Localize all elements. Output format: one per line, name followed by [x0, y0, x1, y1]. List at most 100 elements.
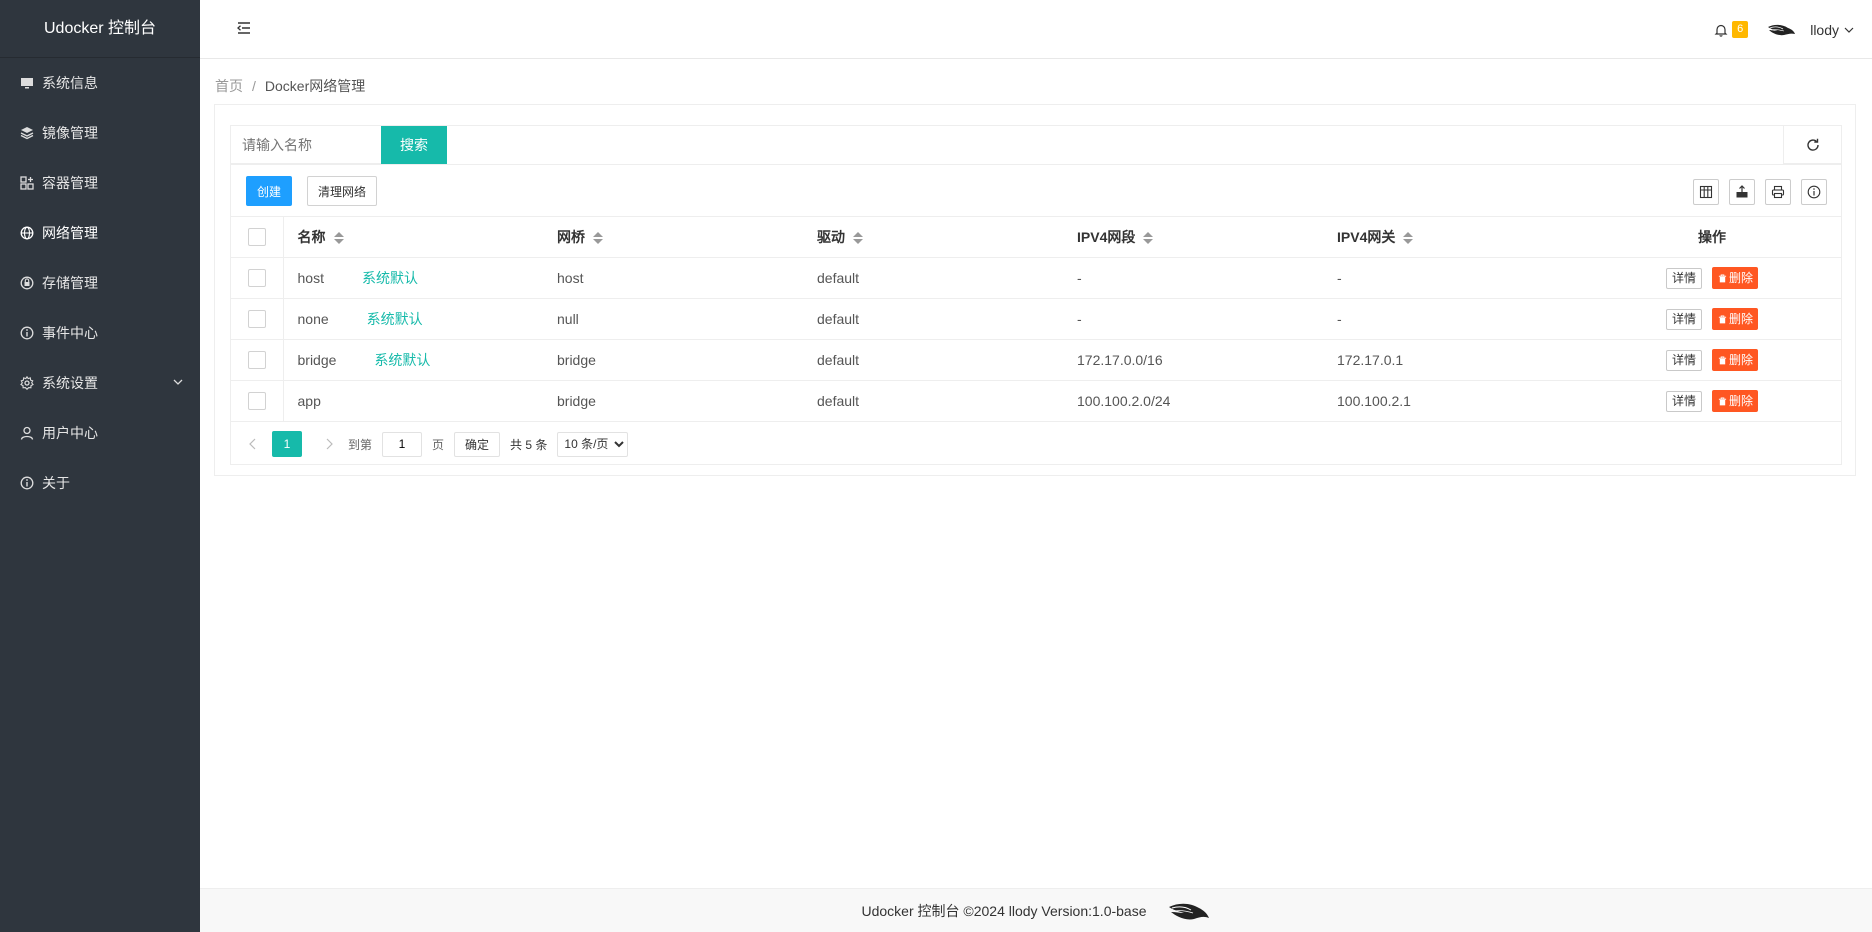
delete-button[interactable]: 删除 [1712, 349, 1759, 371]
trash-icon [1718, 274, 1727, 283]
sidebar-item-storage[interactable]: 存储管理 [0, 258, 200, 308]
trash-icon [1718, 356, 1727, 365]
avatar[interactable] [1766, 22, 1796, 38]
sidebar-item-label: 镜像管理 [42, 125, 98, 141]
monitor-icon [20, 76, 34, 90]
column-header-name[interactable]: 名称 [283, 216, 543, 258]
clean-network-button[interactable]: 清理网络 [307, 176, 377, 206]
delete-button[interactable]: 删除 [1712, 390, 1759, 412]
delete-label: 删除 [1729, 394, 1754, 408]
export-button[interactable] [1729, 179, 1755, 205]
sidebar-item-label: 关于 [42, 475, 70, 491]
notification-badge[interactable]: 6 [1732, 21, 1749, 38]
create-network-button[interactable]: 创建 [246, 176, 292, 206]
goto-page-input[interactable] [382, 431, 423, 457]
sidebar-item-label: 容器管理 [42, 175, 98, 191]
sidebar-item-system-info[interactable]: 系统信息 [0, 58, 200, 108]
next-page-button[interactable] [322, 437, 336, 451]
sidebar-item-about[interactable]: 关于 [0, 458, 200, 508]
print-button[interactable] [1765, 179, 1791, 205]
sidebar-item-settings[interactable]: 系统设置 [0, 358, 200, 408]
breadcrumb-current: Docker网络管理 [264, 78, 366, 94]
top-header: 6 llody [200, 0, 1872, 59]
driver-cell: default [803, 380, 1063, 422]
table-row: app bridge default 100.100.2.0/24 100.10… [231, 380, 1841, 422]
sidebar-item-containers[interactable]: 容器管理 [0, 158, 200, 208]
network-name: bridge [297, 352, 337, 368]
total-count: 共 5 条 [510, 437, 548, 452]
export-icon [1736, 185, 1748, 198]
menu-collapse-icon[interactable] [236, 20, 252, 36]
delete-label: 删除 [1729, 271, 1754, 285]
table-row: host 系统默认 host default - - 详情 删除 [231, 257, 1841, 299]
column-header-subnet[interactable]: IPV4网段 [1063, 216, 1323, 258]
row-checkbox[interactable] [247, 310, 266, 329]
table-row: bridge 系统默认 bridge default 172.17.0.0/16 … [231, 339, 1841, 381]
subnet-cell: - [1063, 257, 1323, 299]
goto-confirm-button[interactable]: 确定 [454, 431, 501, 457]
delete-button[interactable]: 删除 [1712, 267, 1759, 289]
row-checkbox[interactable] [247, 269, 266, 288]
chevron-right-icon [326, 438, 333, 450]
column-header-driver[interactable]: 驱动 [803, 216, 1063, 258]
storage-icon [20, 276, 34, 290]
network-table: 名称 网桥 驱动 IPV4网段 IPV4网关 操作 host 系统默认 host … [231, 216, 1841, 422]
detail-button[interactable]: 详情 [1665, 267, 1702, 289]
sort-icon[interactable] [1143, 231, 1154, 245]
info-icon [20, 326, 34, 340]
refresh-button[interactable] [1783, 126, 1841, 164]
sort-icon[interactable] [593, 231, 603, 245]
column-header-label: IPV4网关 [1337, 229, 1396, 245]
row-checkbox[interactable] [247, 392, 266, 411]
info-button[interactable] [1801, 179, 1827, 205]
globe-icon [20, 226, 34, 240]
app-logo-title[interactable]: Udocker 控制台 [0, 0, 200, 58]
network-name-cell: bridge 系统默认 [283, 339, 543, 381]
user-menu[interactable]: llody [1810, 22, 1854, 38]
sort-icon[interactable] [853, 231, 863, 245]
sidebar-item-images[interactable]: 镜像管理 [0, 108, 200, 158]
sort-icon[interactable] [1403, 231, 1414, 245]
system-default-tag: 系统默认 [361, 270, 418, 286]
row-select-cell [231, 257, 284, 299]
info-icon [20, 476, 34, 490]
network-name: none [297, 311, 329, 327]
bridge-cell: null [543, 298, 803, 340]
logo-icon [1168, 903, 1209, 919]
select-all-checkbox[interactable] [247, 228, 266, 247]
column-header-bridge[interactable]: 网桥 [543, 216, 803, 258]
page-size-select[interactable]: 10 条/页 [557, 431, 629, 457]
gateway-cell: - [1323, 257, 1583, 299]
sidebar-item-events[interactable]: 事件中心 [0, 308, 200, 358]
sidebar-item-label: 系统信息 [42, 75, 98, 91]
username: llody [1810, 21, 1839, 38]
driver-cell: default [803, 257, 1063, 299]
sidebar-item-network[interactable]: 网络管理 [0, 208, 200, 258]
chevron-left-icon [249, 438, 256, 450]
sort-icon[interactable] [333, 231, 344, 245]
detail-button[interactable]: 详情 [1665, 349, 1702, 371]
ops-cell: 详情 删除 [1583, 339, 1841, 381]
bell-icon[interactable] [1714, 23, 1728, 37]
user-icon [20, 426, 34, 440]
row-checkbox[interactable] [247, 351, 266, 370]
table-tools [1683, 179, 1827, 205]
prev-page-button[interactable] [246, 437, 260, 451]
subnet-cell: 172.17.0.0/16 [1063, 339, 1323, 381]
breadcrumb-home[interactable]: 首页 [215, 78, 243, 94]
gateway-cell: 172.17.0.1 [1323, 339, 1583, 381]
column-header-label: IPV4网段 [1077, 229, 1136, 245]
columns-icon [1699, 185, 1713, 199]
column-header-label: 网桥 [557, 229, 585, 245]
search-button[interactable]: 搜索 [381, 126, 447, 164]
delete-button[interactable]: 删除 [1712, 308, 1759, 330]
sidebar-item-user-center[interactable]: 用户中心 [0, 408, 200, 458]
driver-cell: default [803, 339, 1063, 381]
print-icon [1771, 185, 1785, 199]
column-header-gateway[interactable]: IPV4网关 [1323, 216, 1583, 258]
detail-button[interactable]: 详情 [1665, 390, 1702, 412]
page-number-current[interactable]: 1 [272, 431, 302, 457]
search-input[interactable] [231, 126, 381, 164]
detail-button[interactable]: 详情 [1665, 308, 1702, 330]
columns-filter-button[interactable] [1693, 179, 1719, 205]
